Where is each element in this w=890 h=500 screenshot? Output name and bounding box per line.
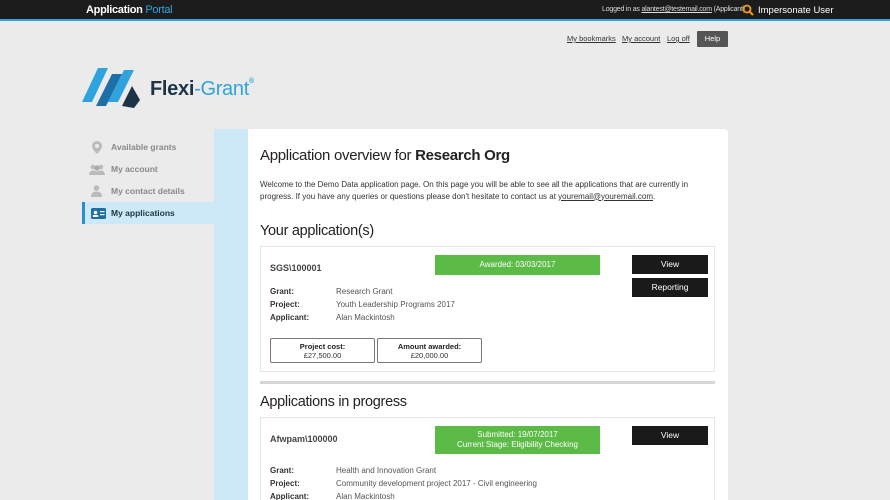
brand-accent: Portal — [145, 4, 173, 16]
sidebar-item-my-account[interactable]: My account — [82, 158, 214, 180]
applicant-value: Alan Mackintosh — [336, 492, 395, 500]
amount-awarded-box: Amount awarded: £20,000.00 — [377, 338, 482, 363]
top-bar: Application Portal Logged in as alantest… — [0, 0, 890, 21]
status-stage: Current Stage: Eligibility Checking — [457, 440, 578, 449]
application-card: SGS\100001 Awarded: 03/03/2017 View Repo… — [260, 246, 715, 372]
project-label: Project: — [270, 479, 300, 488]
sidebar-item-label: My account — [111, 164, 158, 174]
brand-name: Application — [86, 4, 143, 16]
search-icon — [742, 4, 754, 16]
sidebar-strip — [214, 129, 248, 500]
users-icon — [82, 164, 111, 175]
application-ref: Afwpam\100000 — [270, 434, 338, 444]
project-cost-value: £27,500.00 — [303, 351, 342, 360]
application-ref: SGS\100001 — [270, 263, 322, 273]
project-cost-label: Project cost: — [299, 342, 346, 351]
sidebar-item-label: Available grants — [111, 142, 177, 152]
project-value: Community development project 2017 - Civ… — [336, 479, 537, 488]
section-divider — [260, 381, 715, 384]
title-prefix: Application overview for — [260, 147, 412, 164]
logo-registered: ® — [248, 78, 254, 85]
logged-prefix: Logged in as — [602, 6, 640, 13]
view-button[interactable]: View — [632, 255, 708, 274]
user-icon — [82, 185, 111, 197]
status-submitted: Submitted: 19/07/2017 — [477, 430, 558, 439]
logged-in-status: Logged in as alantest@testemail.com (App… — [602, 6, 745, 13]
log-off-link[interactable]: Log off — [667, 34, 690, 43]
app-brand[interactable]: Application Portal — [86, 4, 173, 16]
grant-value: Research Grant — [336, 287, 393, 296]
my-bookmarks-link[interactable]: My bookmarks — [567, 34, 616, 43]
grant-value: Health and Innovation Grant — [336, 466, 437, 475]
sidebar-item-label: My contact details — [111, 186, 185, 196]
my-account-link[interactable]: My account — [622, 34, 660, 43]
page-title: Application overview for Research Org — [260, 147, 510, 164]
sidebar-item-my-applications[interactable]: My applications — [82, 202, 214, 224]
grant-label: Grant: — [270, 287, 294, 296]
contact-email-link[interactable]: youremail@youremail.com — [558, 192, 653, 201]
status-badge: Submitted: 19/07/2017 Current Stage: Eli… — [435, 426, 600, 454]
sidebar-item-my-contact-details[interactable]: My contact details — [82, 180, 214, 202]
logo-name-b: -Grant — [194, 78, 249, 100]
logged-email-link[interactable]: alantest@testemail.com — [641, 6, 712, 13]
applications-in-progress-heading: Applications in progress — [260, 394, 407, 410]
logged-role: (Applicant) — [713, 6, 745, 13]
grant-label: Grant: — [270, 466, 294, 475]
impersonate-label: Impersonate User — [758, 4, 834, 16]
intro-text: Welcome to the Demo Data application pag… — [260, 179, 720, 202]
impersonate-user-button[interactable]: Impersonate User — [742, 4, 834, 16]
title-org: Research Org — [415, 147, 510, 164]
status-badge: Awarded: 03/03/2017 — [435, 255, 600, 275]
your-applications-heading: Your application(s) — [260, 223, 374, 239]
applicant-label: Applicant: — [270, 313, 310, 322]
amount-awarded-value: £20,000.00 — [410, 351, 449, 360]
reporting-button[interactable]: Reporting — [632, 278, 708, 297]
main-panel: Application overview for Research Org We… — [248, 129, 728, 500]
logo-wordmark: Flexi-Grant® — [150, 78, 254, 101]
project-value: Youth Leadership Programs 2017 — [336, 300, 455, 309]
applicant-label: Applicant: — [270, 492, 310, 500]
id-card-icon — [85, 207, 111, 219]
amount-awarded-label: Amount awarded: — [397, 342, 462, 351]
applicant-value: Alan Mackintosh — [336, 313, 395, 322]
project-cost-box: Project cost: £27,500.00 — [270, 338, 375, 363]
sidebar-item-label: My applications — [111, 208, 175, 218]
location-pin-icon — [82, 140, 111, 154]
logo-name-a: Flexi — [150, 78, 195, 100]
sidebar-item-available-grants[interactable]: Available grants — [82, 136, 214, 158]
intro-end: . — [653, 191, 656, 201]
help-button[interactable]: Help — [697, 31, 728, 47]
view-button[interactable]: View — [632, 426, 708, 445]
project-label: Project: — [270, 300, 300, 309]
in-progress-card: Afwpam\100000 Submitted: 19/07/2017 Curr… — [260, 417, 715, 500]
